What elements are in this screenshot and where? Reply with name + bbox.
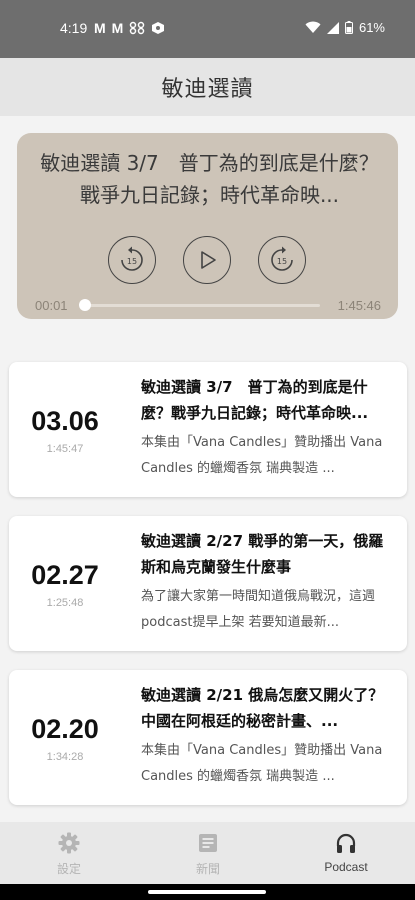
now-playing-card: 敏迪選讀 3/7 普丁為的到底是什麼？戰爭九日記錄；時代革命映...: [17, 133, 398, 319]
home-gesture-handle[interactable]: [148, 890, 266, 894]
forward-15-icon: 15: [271, 246, 293, 271]
status-bar: 4:19 M M 61%: [0, 0, 415, 58]
news-icon: [199, 834, 217, 852]
progress-track[interactable]: [84, 304, 320, 307]
svg-text:15: 15: [127, 257, 137, 266]
forward-15-button[interactable]: 15: [258, 236, 306, 284]
episode-card[interactable]: 03.06 1:45:47 敏迪選讀 3/7 普丁為的到底是什麼？戰爭九日記錄；…: [9, 362, 407, 497]
wifi-icon: [305, 21, 321, 33]
page-title: 敏迪選讀: [161, 77, 254, 102]
drone-icon: [130, 21, 145, 35]
nav-tab-settings[interactable]: 設定: [9, 830, 129, 877]
battery-percent: 61%: [358, 20, 385, 35]
headphones-icon: [336, 833, 356, 853]
nav-label-settings: 設定: [56, 862, 81, 876]
gear-icon: [58, 832, 80, 854]
app-header: 敏迪選讀: [0, 58, 415, 116]
episode-duration: 1:34:28: [46, 751, 84, 763]
episode-description: 本集由「Vana Candles」贊助播出 Vana Candles 的蠟燭香氛…: [141, 435, 383, 476]
gmail-icon: M: [111, 20, 124, 36]
episode-duration: 1:45:47: [46, 443, 84, 455]
status-time: 4:19: [60, 20, 88, 36]
rewind-15-icon: 15: [121, 246, 143, 271]
episode-card[interactable]: 02.20 1:34:28 敏迪選讀 2/21 俄烏怎麼又開火了？中國在阿根廷的…: [9, 670, 407, 805]
progress-thumb[interactable]: [79, 299, 91, 311]
now-playing-title: 敏迪選讀 3/7 普丁為的到底是什麼？戰爭九日記錄；時代革命映...: [40, 151, 379, 207]
play-button[interactable]: [183, 236, 231, 284]
episode-date: 02.20: [31, 714, 99, 744]
gmail-icon: M: [94, 20, 106, 36]
episode-duration: 1:25:48: [46, 597, 84, 609]
bottom-nav: 設定 新聞 Podcast: [0, 822, 415, 884]
battery-icon: [344, 21, 353, 34]
status-system-icons: 61%: [305, 20, 385, 35]
episode-title: 敏迪選讀 2/27 戰爭的第一天，俄羅斯和烏克蘭發生什麼事: [141, 532, 384, 576]
nav-tab-podcast[interactable]: Podcast: [286, 830, 406, 874]
shield-app-icon: [152, 22, 165, 34]
episode-title: 敏迪選讀 3/7 普丁為的到底是什麼？戰爭九日記錄；時代革命映...: [141, 378, 369, 422]
nav-tab-news[interactable]: 新聞: [148, 830, 268, 877]
play-icon: [201, 251, 216, 269]
episode-date: 02.27: [31, 560, 99, 590]
episode-description: 本集由「Vana Candles」贊助播出 Vana Candles 的蠟燭香氛…: [141, 743, 383, 784]
cell-signal-icon: [326, 21, 339, 34]
episode-card[interactable]: 02.27 1:25:48 敏迪選讀 2/27 戰爭的第一天，俄羅斯和烏克蘭發生…: [9, 516, 407, 651]
current-time: 00:01: [35, 298, 68, 313]
system-gesture-bar: [0, 884, 415, 900]
total-time: 1:45:46: [337, 298, 381, 313]
nav-label-news: 新聞: [195, 862, 220, 876]
episode-date: 03.06: [31, 406, 99, 436]
rewind-15-button[interactable]: 15: [108, 236, 156, 284]
status-notification-icons: M M: [94, 19, 165, 37]
episode-description: 為了讓大家第一時間知道俄烏戰況，這週podcast提早上架 若要知道最新...: [141, 589, 376, 630]
svg-text:15: 15: [277, 257, 287, 266]
nav-label-podcast: Podcast: [324, 860, 368, 874]
episode-title: 敏迪選讀 2/21 俄烏怎麼又開火了？中國在阿根廷的秘密計畫、...: [141, 686, 384, 730]
